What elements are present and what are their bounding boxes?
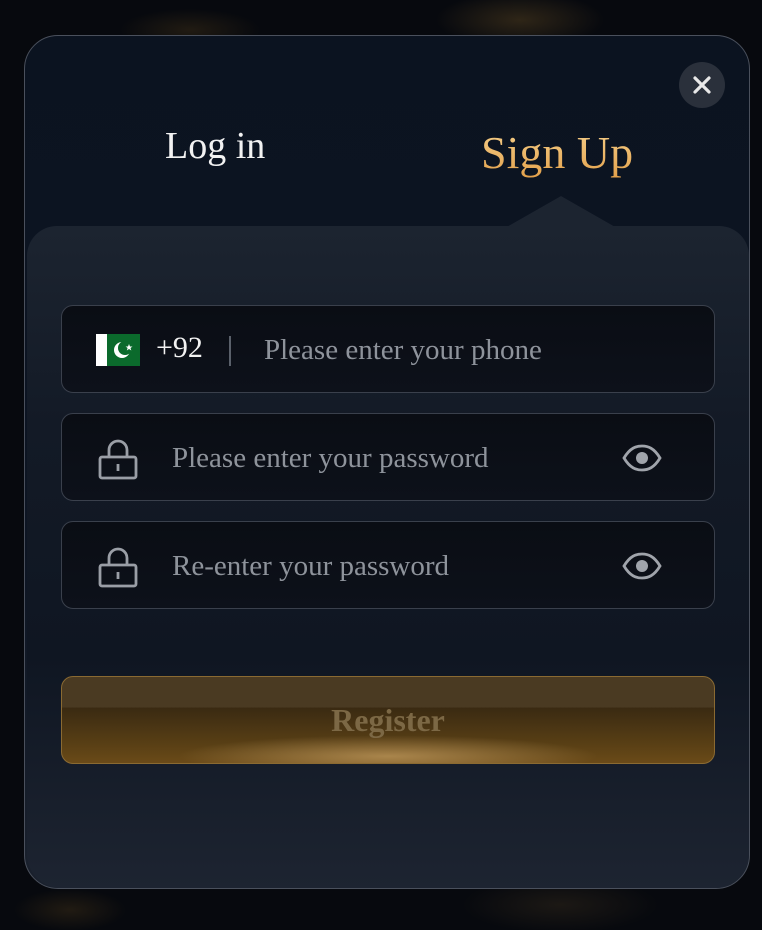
close-button[interactable] bbox=[679, 62, 725, 108]
password-field[interactable] bbox=[61, 413, 715, 501]
close-icon bbox=[693, 76, 711, 94]
tab-signup[interactable]: Sign Up bbox=[481, 126, 633, 179]
signup-modal: Log in Sign Up +92 Please enter your pho… bbox=[24, 35, 750, 889]
eye-icon[interactable] bbox=[622, 550, 662, 582]
register-button[interactable]: Register bbox=[61, 676, 715, 764]
country-code[interactable]: +92 bbox=[156, 331, 203, 365]
pakistan-flag-icon[interactable] bbox=[96, 334, 140, 366]
tab-login[interactable]: Log in bbox=[165, 124, 265, 168]
password-input[interactable] bbox=[172, 436, 602, 480]
eye-icon[interactable] bbox=[622, 442, 662, 474]
lock-icon bbox=[98, 547, 138, 588]
divider bbox=[229, 336, 231, 366]
register-button-label: Register bbox=[331, 701, 445, 738]
lock-icon bbox=[98, 439, 138, 480]
phone-field[interactable]: +92 bbox=[61, 305, 715, 393]
phone-input[interactable] bbox=[264, 328, 684, 372]
confirm-password-input[interactable] bbox=[172, 544, 602, 588]
confirm-password-field[interactable] bbox=[61, 521, 715, 609]
